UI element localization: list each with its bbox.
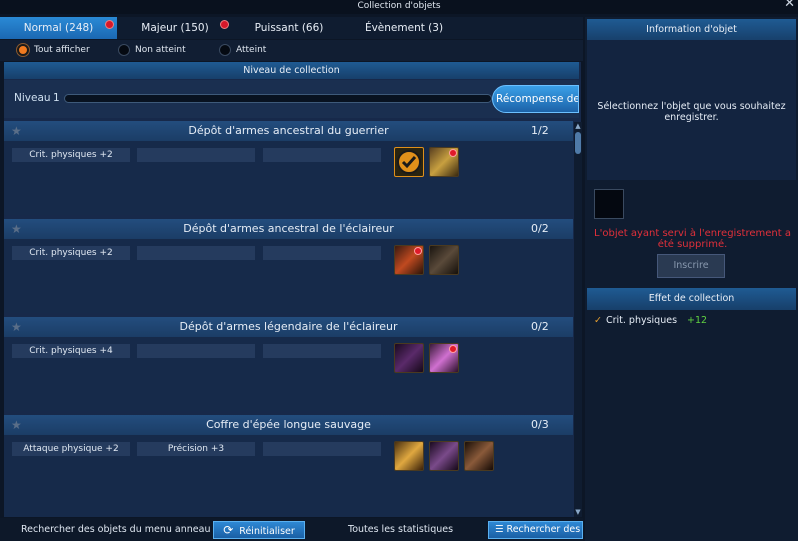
- entry-header: ★ Dépôt d'armes ancestral du guerrier 1/…: [4, 121, 573, 141]
- search-attributes-button[interactable]: ☰Rechercher des attrib: [488, 521, 583, 539]
- tab-label: Puissant (66): [254, 22, 324, 34]
- filter-label: Non atteint: [135, 45, 186, 55]
- stat-cell: Attaque physique +2: [12, 442, 130, 456]
- selected-item-slot[interactable]: [594, 189, 624, 219]
- filter-reached[interactable]: Atteint: [219, 43, 266, 57]
- stat-cell: [137, 246, 255, 260]
- golden-sword-icon[interactable]: [429, 147, 459, 177]
- fire-dagger-icon[interactable]: [394, 245, 424, 275]
- stat-cell: [137, 148, 255, 162]
- collection-level-header: Niveau de collection: [4, 62, 579, 79]
- item-info-header: Information d'objet: [587, 19, 796, 41]
- entry-header: ★ Coffre d'épée longue sauvage 0/3: [4, 415, 573, 435]
- notification-dot-icon: [105, 20, 114, 29]
- golden-longsword-icon[interactable]: [394, 441, 424, 471]
- scroll-thumb[interactable]: [575, 132, 581, 154]
- entry-header: ★ Dépôt d'armes ancestral de l'éclaireur…: [4, 219, 573, 239]
- tab-evenement[interactable]: Évènement (3): [346, 17, 462, 39]
- collection-entry[interactable]: ★ Coffre d'épée longue sauvage 0/3 Attaq…: [4, 415, 573, 517]
- notification-dot-icon: [220, 20, 229, 29]
- effect-row: ✓ Crit. physiques +12: [594, 315, 707, 326]
- search-ring-menu-link[interactable]: Rechercher des objets du menu anneau: [21, 523, 210, 537]
- level-label: Niveau: [14, 92, 51, 104]
- collection-effect-header: Effet de collection: [587, 288, 796, 310]
- refresh-icon: ⟳: [223, 523, 234, 537]
- checkmark-icon[interactable]: [394, 147, 424, 177]
- level-reward-button[interactable]: Récompense de n: [492, 85, 579, 113]
- purple-longsword-icon[interactable]: [429, 441, 459, 471]
- collection-entry[interactable]: ★ Dépôt d'armes légendaire de l'éclaireu…: [4, 317, 573, 411]
- close-icon[interactable]: ✕: [784, 0, 795, 10]
- window-titlebar: Collection d'objets ✕: [0, 0, 798, 14]
- dark-dagger-icon[interactable]: [429, 245, 459, 275]
- effect-label: Crit. physiques: [605, 315, 678, 326]
- tab-normal[interactable]: Normal (248): [0, 17, 117, 39]
- filter-bar: Tout afficher Non atteint Atteint: [0, 40, 583, 61]
- level-progress-bar: [64, 94, 492, 103]
- filter-label: Atteint: [236, 45, 267, 55]
- radio-icon[interactable]: [118, 44, 130, 56]
- category-tabs: Normal (248) Majeur (150) Puissant (66) …: [0, 17, 583, 39]
- effect-value: +12: [687, 315, 708, 326]
- purple-blade-icon[interactable]: [394, 343, 424, 373]
- checkmark-icon: ✓: [594, 315, 602, 326]
- reset-label: Réinitialiser: [239, 526, 295, 537]
- notification-dot-icon: [449, 345, 457, 353]
- entry-count: 1/2: [531, 124, 549, 137]
- stat-cell: [263, 344, 381, 358]
- stat-cell: [263, 442, 381, 456]
- bottom-toolbar: Rechercher des objets du menu anneau ⟳ Ré…: [0, 518, 583, 541]
- entry-title: Dépôt d'armes ancestral du guerrier: [188, 124, 389, 137]
- tab-label: Majeur (150): [141, 22, 209, 34]
- entry-count: 0/2: [531, 222, 549, 235]
- scroll-down-icon[interactable]: ▼: [574, 508, 582, 516]
- list-scrollbar[interactable]: ▲ ▼: [574, 122, 582, 517]
- tab-puissant[interactable]: Puissant (66): [233, 17, 345, 39]
- reset-button[interactable]: ⟳ Réinitialiser: [213, 521, 305, 539]
- entry-title: Dépôt d'armes ancestral de l'éclaireur: [183, 222, 394, 235]
- entry-count: 0/3: [531, 418, 549, 431]
- entry-count: 0/2: [531, 320, 549, 333]
- stat-cell: Crit. physiques +2: [12, 148, 130, 162]
- tab-label: Normal (248): [23, 22, 94, 34]
- stat-cell: [263, 246, 381, 260]
- entry-header: ★ Dépôt d'armes légendaire de l'éclaireu…: [4, 317, 573, 337]
- all-stats-link[interactable]: Toutes les statistiques: [348, 523, 453, 537]
- level-row: Niveau 1 Récompense de n: [4, 80, 579, 118]
- item-info-text: Sélectionnez l'objet que vous souhaitez …: [597, 101, 786, 123]
- filter-sliders-icon: ☰: [495, 524, 504, 535]
- violet-sword-icon[interactable]: [429, 343, 459, 373]
- level-value: 1: [53, 92, 60, 104]
- notification-dot-icon: [449, 149, 457, 157]
- search-attributes-label: Rechercher des attrib: [506, 524, 582, 535]
- deleted-item-warning: L'objet ayant servi à l'enregistrement a…: [594, 228, 791, 250]
- entry-title: Coffre d'épée longue sauvage: [206, 418, 371, 431]
- radio-selected-icon[interactable]: [17, 44, 29, 56]
- tab-majeur[interactable]: Majeur (150): [118, 17, 232, 39]
- filter-not-reached[interactable]: Non atteint: [118, 43, 186, 57]
- entry-title: Dépôt d'armes légendaire de l'éclaireur: [179, 320, 398, 333]
- collection-list: ★ Dépôt d'armes ancestral du guerrier 1/…: [4, 121, 573, 517]
- stat-cell: [137, 344, 255, 358]
- stat-cell: Crit. physiques +4: [12, 344, 130, 358]
- stat-cell: Crit. physiques +2: [12, 246, 130, 260]
- notification-dot-icon: [414, 247, 422, 255]
- scroll-up-icon[interactable]: ▲: [574, 122, 582, 130]
- filter-show-all[interactable]: Tout afficher: [17, 43, 90, 57]
- collection-entry[interactable]: ★ Dépôt d'armes ancestral de l'éclaireur…: [4, 219, 573, 313]
- bronze-longsword-icon[interactable]: [464, 441, 494, 471]
- stat-cell: [263, 148, 381, 162]
- radio-icon[interactable]: [219, 44, 231, 56]
- collection-entry[interactable]: ★ Dépôt d'armes ancestral du guerrier 1/…: [4, 121, 573, 215]
- filter-label: Tout afficher: [34, 45, 90, 55]
- stat-cell: Précision +3: [137, 442, 255, 456]
- register-button[interactable]: Inscrire: [657, 254, 725, 278]
- tab-label: Évènement (3): [364, 22, 444, 34]
- window-title: Collection d'objets: [357, 1, 441, 11]
